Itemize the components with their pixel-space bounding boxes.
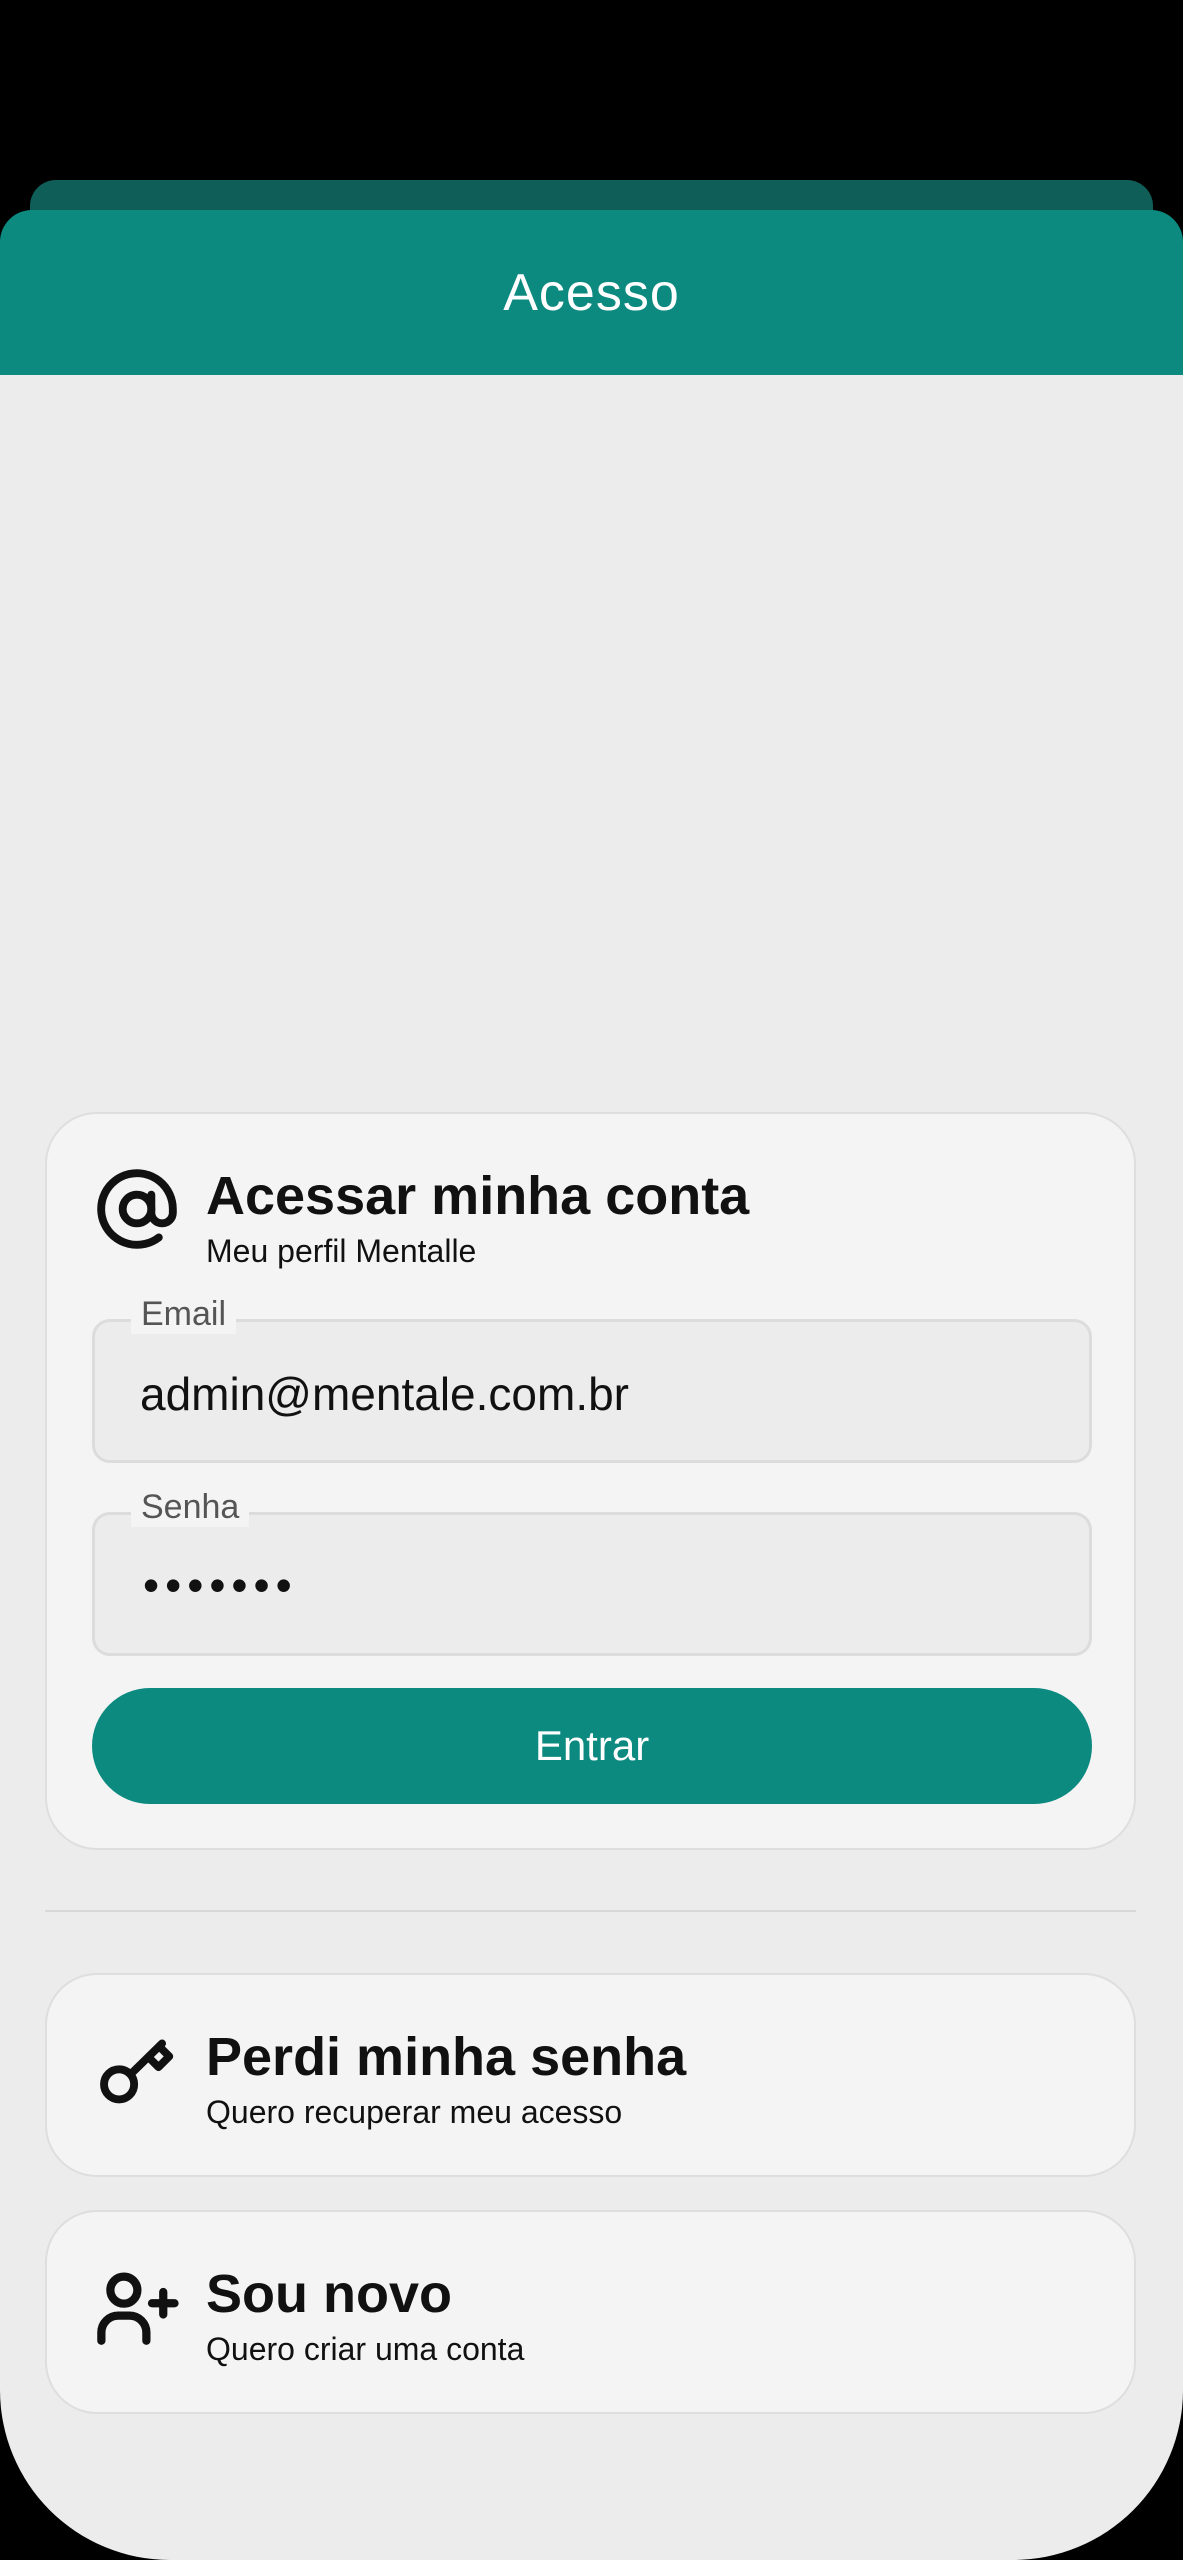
lost-password-card[interactable]: Perdi minha senha Quero recuperar meu ac… — [45, 1973, 1136, 2177]
main-content: Acessar minha conta Meu perfil Mentalle … — [0, 375, 1183, 2560]
lost-password-header: Perdi minha senha Quero recuperar meu ac… — [92, 2025, 686, 2133]
new-user-title: Sou novo — [206, 2264, 452, 2324]
password-field-value[interactable]: ••••••• — [143, 1559, 298, 1611]
password-field[interactable]: Senha ••••••• — [92, 1487, 1092, 1656]
login-card-text: Acessar minha conta Meu perfil Mentalle — [206, 1164, 749, 1272]
email-field[interactable]: Email admin@mentale.com.br — [92, 1294, 1092, 1463]
status-bar — [0, 0, 1183, 190]
password-field-label: Senha — [131, 1487, 250, 1527]
login-card-subtitle: Meu perfil Mentalle — [206, 1233, 477, 1269]
enter-button[interactable]: Entrar — [92, 1688, 1092, 1804]
lost-password-text: Perdi minha senha Quero recuperar meu ac… — [206, 2025, 686, 2133]
header-bar: Acesso — [0, 210, 1183, 375]
at-sign-icon — [92, 1164, 182, 1254]
lost-password-title: Perdi minha senha — [206, 2027, 687, 2087]
new-user-subtitle: Quero criar uma conta — [206, 2331, 525, 2367]
login-card: Acessar minha conta Meu perfil Mentalle … — [45, 1112, 1136, 1850]
login-card-header: Acessar minha conta Meu perfil Mentalle — [92, 1164, 749, 1272]
new-user-text: Sou novo Quero criar uma conta — [206, 2262, 524, 2370]
email-field-label: Email — [131, 1294, 237, 1334]
key-icon — [92, 2025, 182, 2115]
login-card-title: Acessar minha conta — [206, 1166, 750, 1226]
new-user-card[interactable]: Sou novo Quero criar uma conta — [45, 2210, 1136, 2414]
new-user-header: Sou novo Quero criar uma conta — [92, 2262, 524, 2370]
email-field-value[interactable]: admin@mentale.com.br — [140, 1368, 629, 1420]
lost-password-subtitle: Quero recuperar meu acesso — [206, 2094, 623, 2130]
app-screen: Acesso Acessar minha conta Meu perfil Me… — [0, 0, 1183, 2560]
page-title: Acesso — [503, 263, 680, 322]
user-plus-icon — [92, 2262, 182, 2352]
section-divider — [45, 1910, 1136, 1912]
